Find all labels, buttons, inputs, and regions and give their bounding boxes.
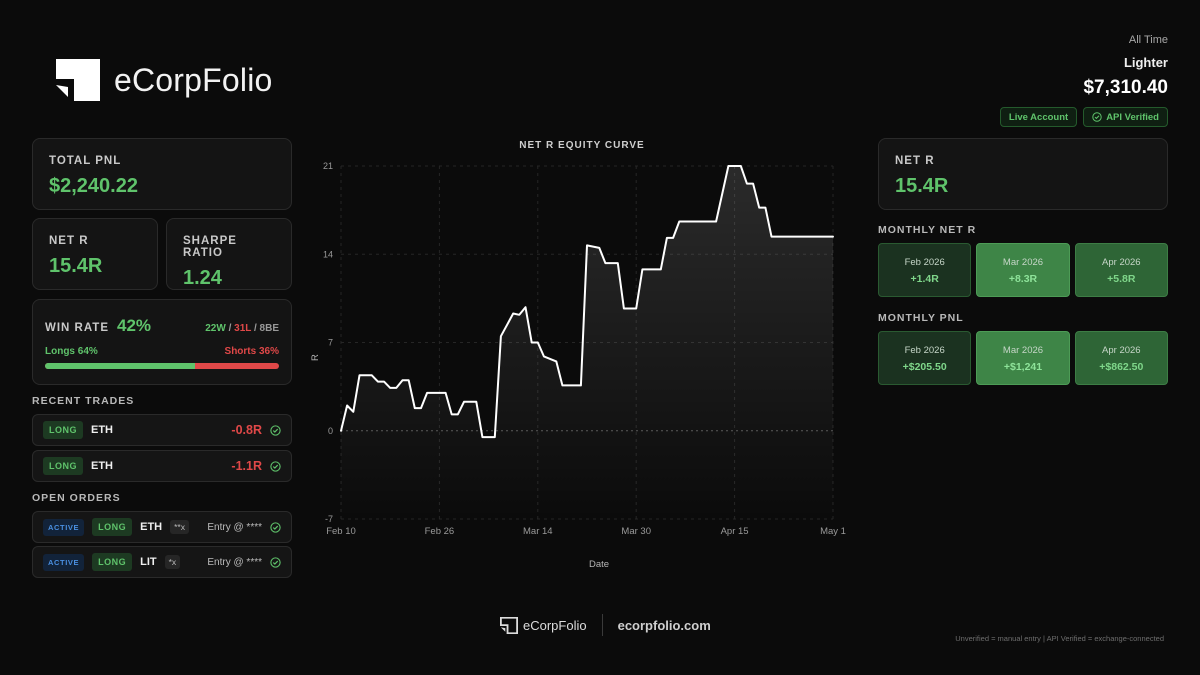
trade-r-value: -1.1R: [231, 459, 262, 473]
check-circle-icon: [270, 521, 281, 533]
side-tag: LONG: [43, 457, 83, 475]
check-circle-icon: [270, 556, 281, 568]
net-r-value: 15.4R: [49, 255, 103, 277]
side-tag: LONG: [43, 421, 83, 439]
check-circle-icon: [270, 460, 281, 472]
month-cell: Apr 2026 +5.8R: [1074, 243, 1168, 297]
verification-note: Unverified = manual entry | API Verified…: [955, 634, 1164, 643]
y-tick-label: 21: [323, 161, 333, 171]
footer-url-link[interactable]: ecorpfolio.com: [618, 618, 711, 633]
x-tick-label: May 1: [820, 526, 846, 537]
account-balance: $7,310.40: [1083, 77, 1168, 98]
order-qty: *x: [164, 555, 181, 569]
net-r-summary-card: NET R 15.4R: [878, 138, 1168, 210]
monthly-net-r-grid: Feb 2026 +1.4R Mar 2026 +8.3R Apr 2026 +5.8…: [878, 243, 1168, 297]
net-r-summary-value: 15.4R: [895, 175, 949, 197]
longs-share: Longs 64%: [45, 346, 98, 357]
month-cell: Feb 2026 +1.4R: [878, 243, 972, 297]
y-tick-label: 0: [328, 426, 333, 436]
equity-curve-svg: -7 0 7 14 21 Feb 10 Feb 26 Mar 14 Mar 30 Apr 15 Ma…: [310, 161, 846, 570]
y-tick-label: 7: [328, 338, 333, 348]
total-pnl-card: TOTAL PNL $2,240.22: [32, 138, 292, 210]
trade-symbol: ETH: [91, 460, 113, 472]
trade-symbol: ETH: [91, 424, 113, 436]
order-qty: **x: [170, 520, 189, 534]
side-tag: LONG: [92, 518, 133, 536]
brand-name: eCorpFolio: [114, 61, 273, 98]
account-summary: All Time Lighter $7,310.40 Live Account …: [999, 34, 1168, 127]
win-loss-counts: 22W / 31L / 8BE: [205, 323, 279, 334]
shorts-share: Shorts 36%: [224, 346, 279, 357]
trade-r-value: -0.8R: [231, 423, 262, 437]
order-entry: Entry @ ****: [207, 521, 262, 533]
order-symbol: LIT: [140, 556, 157, 568]
net-r-summary-label: NET R: [895, 155, 935, 167]
order-entry: Entry @ ****: [207, 556, 262, 568]
y-tick-label: 14: [323, 249, 333, 259]
footer: eCorpFolio ecorpfolio.com: [500, 614, 711, 636]
equity-area: [341, 166, 833, 519]
account-period: All Time: [1128, 34, 1168, 46]
ecorpfolio-logo-icon: [56, 59, 100, 101]
y-axis-label: R: [310, 354, 321, 361]
y-tick-label: -7: [325, 514, 333, 524]
recent-trades-title: RECENT TRADES: [32, 395, 135, 407]
status-tag: ACTIVE: [43, 518, 85, 536]
win-rate-value: 42%: [117, 316, 152, 335]
order-symbol: ETH: [140, 521, 163, 533]
x-tick-label: Feb 26: [425, 526, 455, 537]
side-tag: LONG: [92, 553, 133, 571]
check-circle-icon: [1092, 112, 1102, 122]
month-cell: Apr 2026 +$862.50: [1074, 331, 1168, 385]
chart-title: NET R EQUITY CURVE: [519, 140, 645, 151]
total-pnl-value: $2,240.22: [49, 175, 138, 197]
api-verified-badge: API Verified: [1083, 107, 1168, 127]
net-r-label: NET R: [49, 235, 89, 247]
longs-fill: [45, 363, 195, 369]
equity-curve-chart: NET R EQUITY CURVE -7 0 7 14 21 Feb 10 Feb 26 M…: [308, 136, 856, 576]
total-pnl-label: TOTAL PNL: [49, 155, 122, 167]
net-r-card: NET R 15.4R: [32, 218, 158, 290]
recent-trade-row[interactable]: LONG ETH -0.8R: [32, 414, 292, 446]
open-order-row[interactable]: ACTIVE LONG ETH **x Entry @ ****: [32, 511, 292, 543]
x-tick-label: Feb 10: [326, 526, 356, 537]
monthly-pnl-title: MONTHLY PNL: [878, 312, 964, 324]
month-cell: Mar 2026 +$1,241: [976, 331, 1070, 385]
x-tick-label: Mar 14: [523, 526, 553, 537]
open-order-row[interactable]: ACTIVE LONG LIT *x Entry @ ****: [32, 546, 292, 578]
brand-logo: eCorpFolio: [54, 57, 273, 103]
month-cell: Mar 2026 +8.3R: [976, 243, 1070, 297]
win-rate-label: WIN RATE: [45, 322, 110, 334]
x-tick-label: Mar 30: [621, 526, 651, 537]
win-rate-card: WIN RATE 42% 22W / 31L / 8BE Longs 64% S…: [32, 299, 292, 385]
x-tick-label: Apr 15: [721, 526, 749, 537]
recent-trade-row[interactable]: LONG ETH -1.1R: [32, 450, 292, 482]
account-exchange: Lighter: [1123, 55, 1168, 70]
status-tag: ACTIVE: [43, 553, 85, 571]
live-account-badge: Live Account: [999, 107, 1078, 127]
month-cell: Feb 2026 +$205.50: [878, 331, 972, 385]
sharpe-ratio-value: 1.24: [183, 267, 222, 289]
monthly-pnl-grid: Feb 2026 +$205.50 Mar 2026 +$1,241 Apr 202…: [878, 331, 1168, 385]
monthly-net-r-title: MONTHLY NET R: [878, 224, 977, 236]
long-short-bar: [45, 363, 279, 369]
check-circle-icon: [270, 424, 281, 436]
footer-brand: eCorpFolio: [500, 616, 587, 634]
x-axis-label: Date: [589, 559, 609, 570]
sharpe-ratio-label: SHARPE RATIO: [183, 235, 237, 259]
sharpe-ratio-card: SHARPE RATIO 1.24: [166, 218, 292, 290]
ecorpfolio-logo-icon: [500, 616, 518, 634]
open-orders-title: OPEN ORDERS: [32, 492, 121, 504]
